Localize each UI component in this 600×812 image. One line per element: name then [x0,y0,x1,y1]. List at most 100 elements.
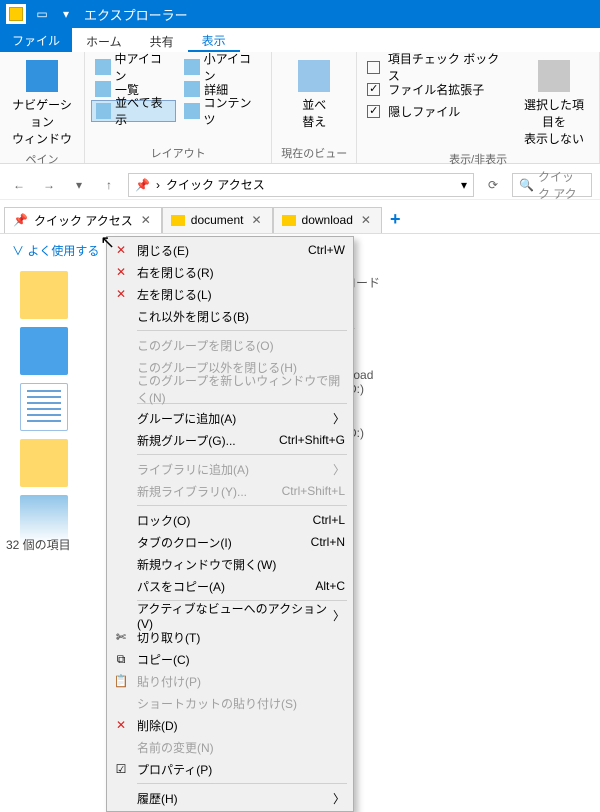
ribbon-group-layout-label: レイアウト [91,145,265,163]
tab-context-menu: ✕ 閉じる(E) Ctrl+W ✕ 右を閉じる(R) ✕ 左を閉じる(L) これ以外を閉じる(… [106,236,354,812]
menu-item-label: このグループを閉じる(O) [137,337,274,354]
hide-selected-button[interactable]: 選択した項目を 表示しない [515,56,593,151]
folder-tab-quick-access[interactable]: 📌 クイック アクセス ✕ [4,207,162,233]
tab-share[interactable]: 共有 [136,28,188,52]
menu-item[interactable]: 新規ウィンドウで開く(W) [107,553,353,575]
tab-home[interactable]: ホーム [72,28,136,52]
tab-view[interactable]: 表示 [188,28,240,52]
menu-item[interactable]: ✕ 削除(D) [107,714,353,736]
window-title: エクスプローラー [84,5,188,24]
ribbon-group-showhide: 項目チェック ボックス ファイル名拡張子 隠しファイル 選択した項目を 表示しな… [357,52,600,163]
show-file-extensions[interactable]: ファイル名拡張子 [363,78,511,100]
menu-item[interactable]: ロック(O) Ctrl+L [107,509,353,531]
ribbon-group-layout: 中アイコン 一覧 並べて表示 小アイコン 詳細 コンテンツ レイアウト [85,52,272,163]
show-item-checkboxes[interactable]: 項目チェック ボックス [363,56,511,78]
menu-item[interactable]: ✕ 閉じる(E) Ctrl+W [107,239,353,261]
menu-item[interactable]: ⧉コピー(C) [107,648,353,670]
address-bar: ← → ▾ ↑ 📌 › クイック アクセス ▾ ⟳ 🔍 クイック アク [0,170,600,200]
menu-item-label: ロック(O) [137,512,190,529]
menu-item-label: 名前の変更(N) [137,739,214,756]
refresh-icon[interactable]: ⟳ [482,174,504,196]
layout-tiles[interactable]: 並べて表示 [91,100,176,122]
menu-item-label: グループに追加(A) [137,410,236,427]
menu-item-icon: ✕ [113,287,129,301]
menu-item-icon: ✄ [113,630,129,644]
menu-item-shortcut: Ctrl+L [313,513,345,527]
menu-item-icon: ✕ [113,265,129,279]
menu-item-label: コピー(C) [137,651,190,668]
status-bar-item-count: 32 個の項目 [6,536,71,553]
breadcrumb-text: クイック アクセス [166,176,265,193]
layout-content[interactable]: コンテンツ [180,100,265,122]
folder-tab-bar: 📌 クイック アクセス ✕ document ✕ download ✕ + [0,206,600,234]
close-tab-icon[interactable]: ✕ [359,213,373,227]
search-input[interactable]: 🔍 クイック アク [512,173,592,197]
menu-separator [137,783,347,784]
show-hidden-files[interactable]: 隠しファイル [363,100,511,122]
submenu-arrow-icon: 〉 [333,790,345,807]
folder-tab-document[interactable]: document ✕ [162,207,273,233]
layout-medium-icons[interactable]: 中アイコン [91,56,176,78]
nav-back-icon[interactable]: ← [8,174,30,196]
menu-item-label: 左を閉じる(L) [137,286,212,303]
folder-tab-download[interactable]: download ✕ [273,207,382,233]
menu-item-label: 削除(D) [137,717,178,734]
menu-item-label: プロパティ(P) [137,761,212,778]
menu-item[interactable]: ✕ 左を閉じる(L) [107,283,353,305]
navigation-pane-button[interactable]: ナビゲーション ウィンドウ [6,56,78,151]
menu-item-label: 履歴(H) [137,790,178,807]
menu-item[interactable]: グループに追加(A) 〉 [107,407,353,429]
system-icon[interactable] [6,4,26,24]
menu-item-label: 新規ウィンドウで開く(W) [137,556,276,573]
submenu-arrow-icon: 〉 [333,461,345,478]
menu-item-shortcut: Alt+C [315,579,345,593]
pin-icon: 📌 [13,213,28,227]
menu-item[interactable]: これ以外を閉じる(B) [107,305,353,327]
menu-item-label: 右を閉じる(R) [137,264,214,281]
submenu-arrow-icon: 〉 [333,607,345,624]
new-tab-button[interactable]: + [382,207,409,233]
menu-item-label: ショートカットの貼り付け(S) [137,695,297,712]
nav-forward-icon[interactable]: → [38,174,60,196]
menu-item: 名前の変更(N) [107,736,353,758]
layout-small-icons[interactable]: 小アイコン [180,56,265,78]
close-tab-icon[interactable]: ✕ [249,213,263,227]
submenu-arrow-icon: 〉 [333,410,345,427]
menu-item-icon: 📋 [113,674,129,688]
menu-item[interactable]: パスをコピー(A) Alt+C [107,575,353,597]
menu-item-label: 新規ライブラリ(Y)... [137,483,247,500]
menu-item[interactable]: 新規グループ(G)...Ctrl+Shift+G [107,429,353,451]
menu-item[interactable]: 履歴(H) 〉 [107,787,353,809]
menu-item-label: 閉じる(E) [137,242,189,259]
qat-properties-icon[interactable]: ▾ [58,6,74,22]
nav-up-icon[interactable]: ↑ [98,174,120,196]
nav-history-dropdown-icon[interactable]: ▾ [68,174,90,196]
ribbon-group-showhide-label: 表示/非表示 [363,151,593,169]
menu-item[interactable]: タブのクローン(I) Ctrl+N [107,531,353,553]
menu-item[interactable]: ☑プロパティ(P) [107,758,353,780]
menu-item: このグループを新しいウィンドウで開く(N) [107,378,353,400]
menu-item-label: ライブラリに追加(A) [137,461,249,478]
breadcrumb-dropdown-icon[interactable]: ▾ [461,178,467,192]
menu-item-label: タブのクローン(I) [137,534,232,551]
menu-item-shortcut: Ctrl+W [308,243,345,257]
menu-item-label: パスをコピー(A) [137,578,225,595]
ribbon-group-pane: ナビゲーション ウィンドウ ペイン [0,52,85,163]
menu-item: 新規ライブラリ(Y)...Ctrl+Shift+L [107,480,353,502]
menu-item-shortcut: Ctrl+N [311,535,345,549]
menu-item: ショートカットの貼り付け(S) [107,692,353,714]
menu-item[interactable]: アクティブなビューへのアクション(V)〉 [107,604,353,626]
menu-item-label: 貼り付け(P) [137,673,201,690]
sort-button[interactable]: 並べ 替え [278,56,350,145]
menu-item-icon: ✕ [113,243,129,257]
tab-file[interactable]: ファイル [0,28,72,52]
search-icon: 🔍 [519,178,534,192]
menu-item[interactable]: ✄切り取り(T) [107,626,353,648]
ribbon: ナビゲーション ウィンドウ ペイン 中アイコン 一覧 並べて表示 小アイコン 詳… [0,52,600,164]
close-tab-icon[interactable]: ✕ [139,213,153,227]
folder-icon [282,215,296,226]
menu-item-icon: ✕ [113,718,129,732]
menu-item[interactable]: ✕ 右を閉じる(R) [107,261,353,283]
qat-new-folder-icon[interactable]: ▭ [34,6,50,22]
breadcrumb-box[interactable]: 📌 › クイック アクセス ▾ [128,173,474,197]
